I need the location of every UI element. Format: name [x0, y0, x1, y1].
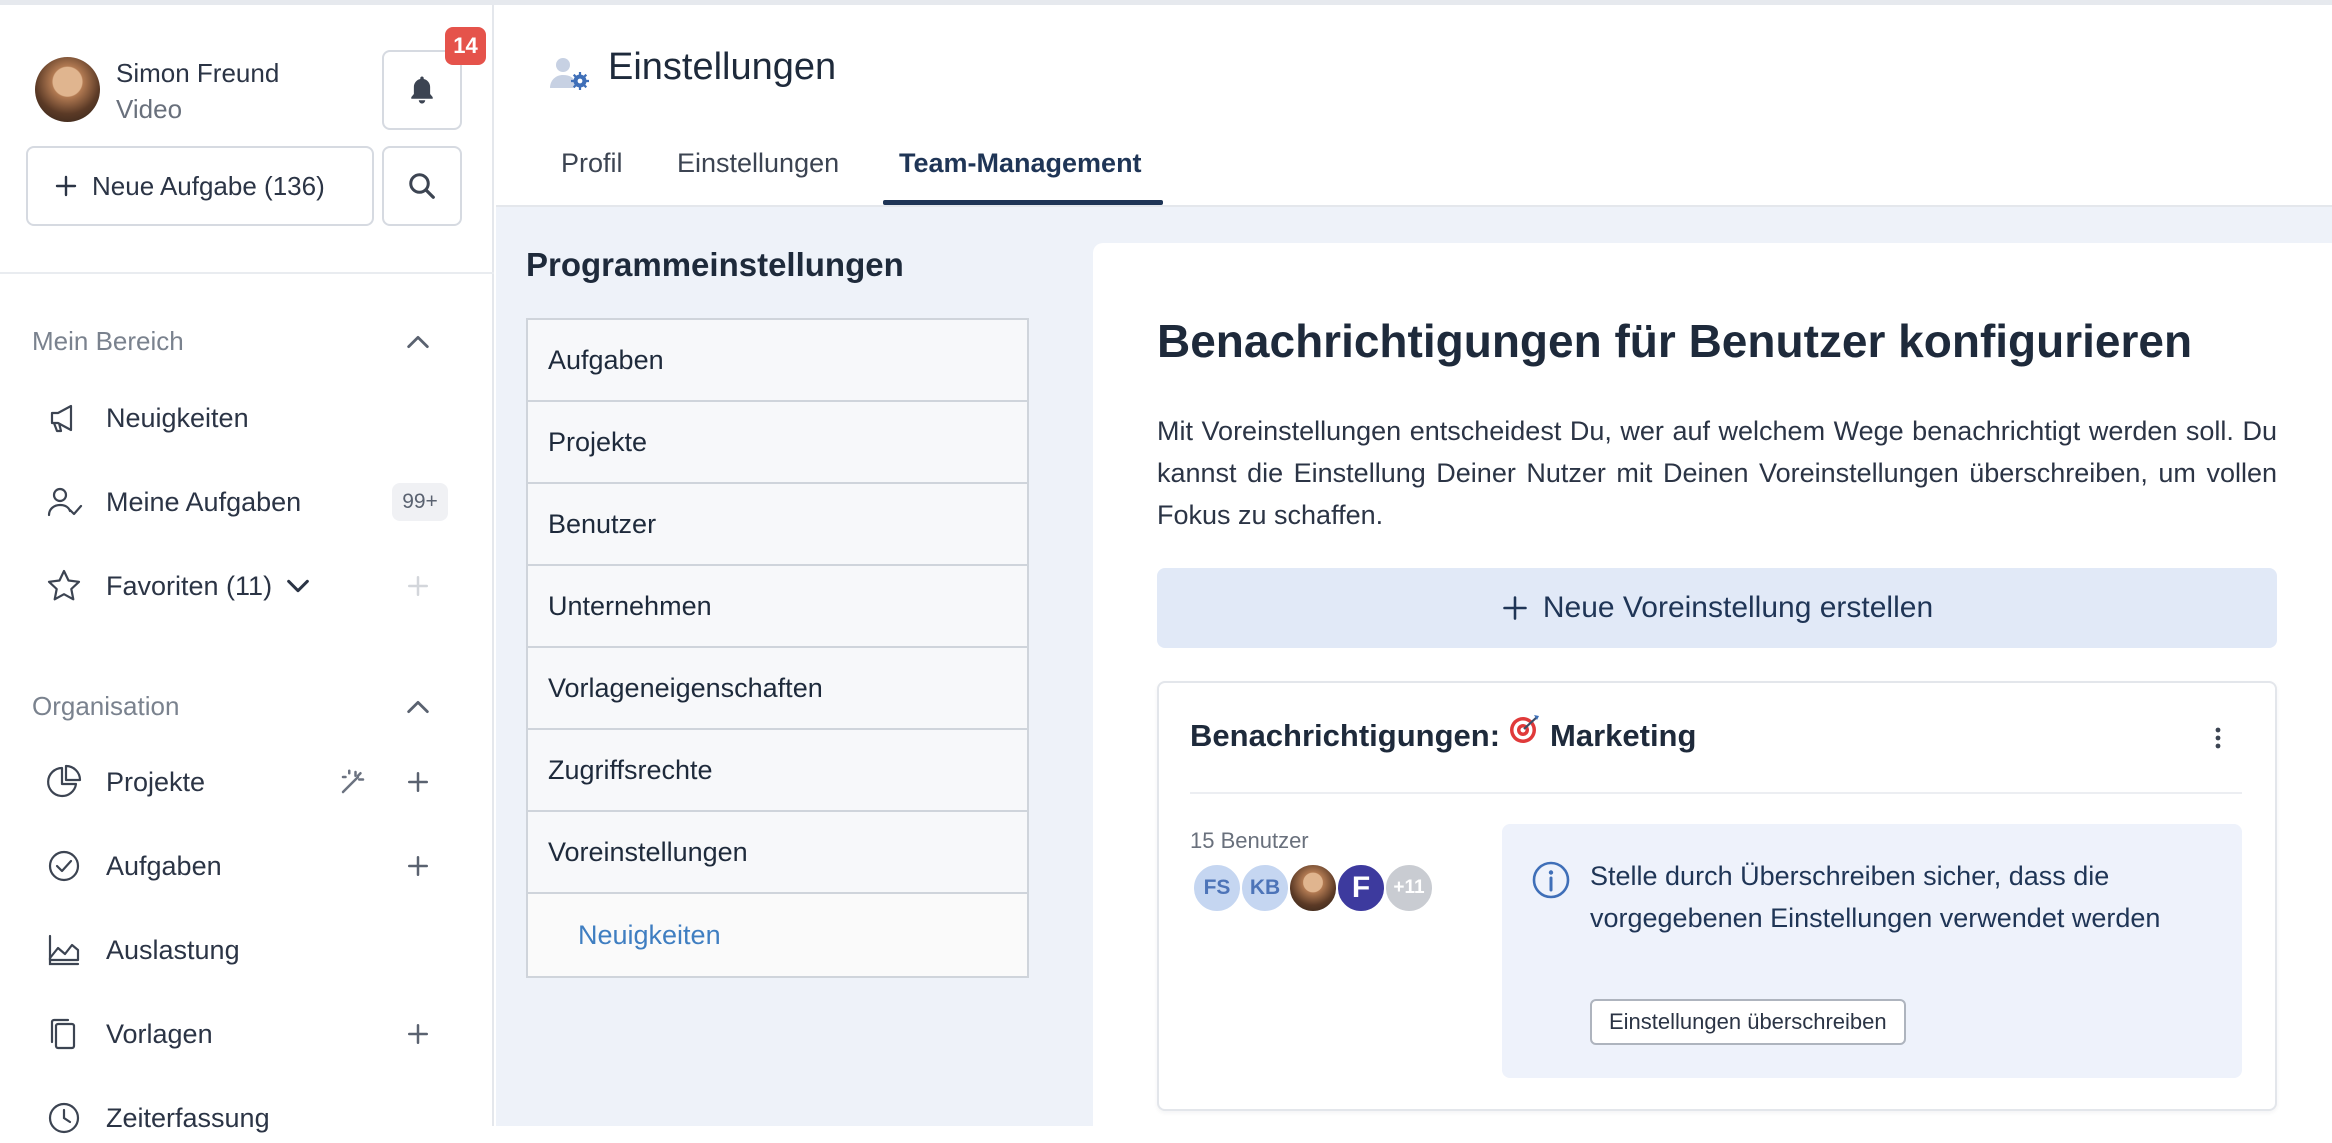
avatar[interactable]: FS — [1192, 863, 1242, 913]
sidebar-item-templates[interactable]: Vorlagen — [44, 1009, 213, 1059]
tab-team-management[interactable]: Team-Management — [899, 148, 1142, 179]
new-task-label: Neue Aufgabe (136) — [92, 170, 325, 201]
settings-subitem-news[interactable]: Neuigkeiten — [528, 894, 1027, 976]
sidebar-item-projects[interactable]: Projekte — [44, 757, 205, 807]
check-circle-icon — [48, 850, 80, 882]
area-chart-icon — [48, 934, 80, 966]
user-count: 15 Benutzer — [1190, 828, 1309, 853]
avatar[interactable] — [1288, 863, 1338, 913]
new-preset-button[interactable]: Neue Voreinstellung erstellen — [1157, 568, 2277, 648]
my-tasks-count-badge: 99+ — [392, 483, 448, 521]
chevron-up-icon[interactable] — [404, 328, 432, 356]
avatar-overflow-count[interactable]: +11 — [1384, 863, 1434, 913]
pie-chart-icon — [47, 764, 82, 798]
settings-item-template-properties[interactable]: Vorlageneigenschaften — [528, 648, 1027, 730]
program-settings-list: Aufgaben Projekte Benutzer Unternehmen V… — [526, 318, 1029, 978]
sidebar-item-label: Zeiterfassung — [106, 1102, 270, 1133]
megaphone-icon — [50, 404, 73, 433]
sidebar-item-time-tracking[interactable]: Zeiterfassung — [44, 1093, 270, 1143]
sidebar-item-label: Auslastung — [106, 934, 240, 965]
sidebar-item-favorites[interactable]: Favoriten (11) — [44, 561, 312, 611]
sidebar-item-my-tasks[interactable]: Meine Aufgaben — [44, 477, 301, 527]
panel-title: Benachrichtigungen für Benutzer konfigur… — [1157, 315, 2193, 367]
user-settings-icon — [550, 58, 589, 90]
new-task-button[interactable]: Neue Aufgabe (136) — [26, 146, 374, 226]
bell-icon — [411, 76, 433, 104]
target-icon — [1510, 715, 1540, 743]
sidebar-item-label: Vorlagen — [106, 1018, 213, 1049]
user-name[interactable]: Simon Freund — [116, 58, 279, 89]
sidebar-item-label: Favoriten (11) — [106, 570, 273, 601]
notification-count-badge: 14 — [445, 27, 486, 65]
new-preset-label: Neue Voreinstellung erstellen — [1542, 591, 1934, 624]
preset-card-title-prefix: Benachrichtigungen: — [1190, 718, 1501, 753]
avatar[interactable]: KB — [1240, 863, 1290, 913]
card-divider — [1190, 792, 2242, 794]
sidebar-item-workload[interactable]: Auslastung — [44, 925, 240, 975]
user-avatar[interactable] — [35, 57, 100, 122]
sidebar-item-label: Projekte — [106, 766, 206, 797]
preset-card-title: Benachrichtigungen: Marketing — [1190, 715, 1697, 754]
settings-item-users[interactable]: Benutzer — [528, 484, 1027, 566]
settings-item-access-rights[interactable]: Zugriffsrechte — [528, 730, 1027, 812]
add-template-plus-icon[interactable] — [403, 1019, 433, 1049]
tab-profile[interactable]: Profil — [561, 148, 623, 179]
plus-icon — [55, 175, 77, 197]
user-role: Video — [116, 94, 183, 124]
settings-item-tasks[interactable]: Aufgaben — [528, 320, 1027, 402]
active-tab-indicator — [883, 200, 1163, 205]
star-icon — [47, 569, 81, 601]
user-check-icon — [47, 487, 83, 517]
copy-icon — [50, 1018, 76, 1050]
settings-item-projects[interactable]: Projekte — [528, 402, 1027, 484]
add-project-plus-icon[interactable] — [403, 767, 433, 797]
preset-card-team-name: Marketing — [1550, 718, 1697, 753]
page-title: Einstellungen — [608, 46, 837, 88]
avatar[interactable]: F — [1336, 863, 1386, 913]
info-callout-text: Stelle durch Überschreiben sicher, dass … — [1590, 861, 2161, 933]
sidebar-item-news[interactable]: Neuigkeiten — [44, 393, 249, 443]
more-vertical-icon[interactable] — [2206, 724, 2230, 752]
settings-item-companies[interactable]: Unternehmen — [528, 566, 1027, 648]
section-my-area-title: Mein Bereich — [32, 326, 184, 356]
sidebar-item-label: Aufgaben — [106, 850, 222, 881]
sidebar-item-label: Meine Aufgaben — [106, 486, 302, 517]
panel-description: Mit Voreinstellungen entscheidest Du, we… — [1157, 416, 2277, 530]
sidebar-item-label: Neuigkeiten — [106, 402, 249, 433]
add-task-plus-icon[interactable] — [403, 851, 433, 881]
magic-wand-icon[interactable] — [338, 767, 368, 797]
sidebar-item-tasks[interactable]: Aufgaben — [44, 841, 222, 891]
search-button[interactable] — [382, 146, 462, 226]
settings-item-presets[interactable]: Voreinstellungen — [528, 812, 1027, 894]
section-organisation-title: Organisation — [32, 691, 180, 721]
program-settings-title: Programmeinstellungen — [526, 246, 904, 283]
override-settings-button[interactable]: Einstellungen überschreiben — [1590, 999, 1906, 1045]
add-favorite-plus-icon[interactable] — [403, 571, 433, 601]
tab-settings[interactable]: Einstellungen — [677, 148, 839, 179]
chevron-up-icon[interactable] — [404, 693, 432, 721]
sidebar-divider — [0, 272, 494, 274]
plus-icon — [1503, 596, 1527, 620]
clock-icon — [48, 1102, 80, 1134]
info-icon — [1532, 861, 1570, 899]
search-icon — [409, 173, 435, 199]
chevron-down-icon[interactable] — [284, 572, 312, 600]
